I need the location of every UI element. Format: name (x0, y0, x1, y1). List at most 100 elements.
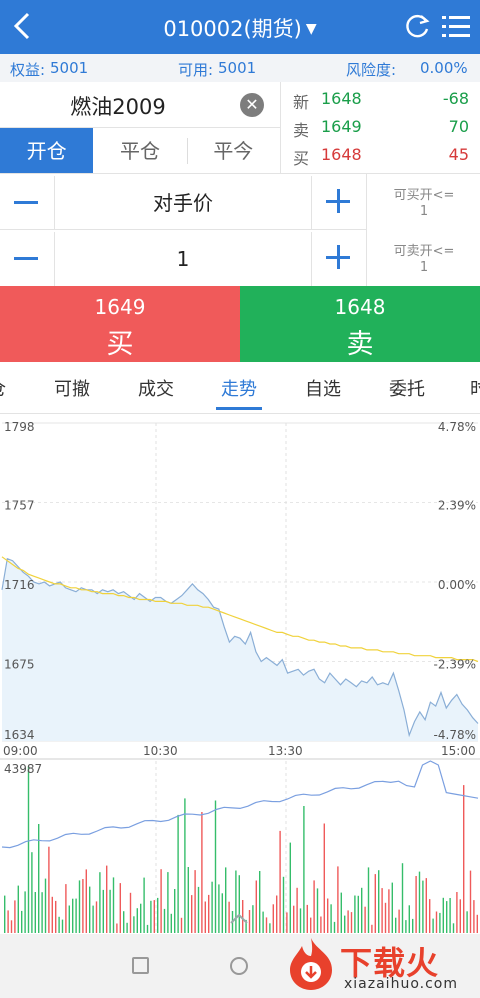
home-button[interactable] (230, 957, 248, 975)
buy-button[interactable]: 1649 买 (0, 286, 240, 362)
equity-value: 5001 (50, 59, 89, 77)
volume-bar (163, 908, 166, 933)
y-tick-label: 1757 (4, 499, 35, 513)
pct-tick-label: -4.78% (434, 728, 476, 742)
tab-trend[interactable]: 走势 (221, 375, 257, 401)
volume-bar (388, 889, 390, 933)
buy-label: 买 (106, 329, 134, 360)
volume-bar (330, 904, 332, 933)
tab-watchlist[interactable]: 自选 (305, 375, 341, 401)
sell-label: 卖 (346, 329, 374, 360)
menu-icon[interactable] (440, 12, 472, 42)
pct-tick-label: 2.39% (438, 499, 476, 513)
recent-apps-button[interactable] (132, 957, 149, 974)
volume-bar (65, 884, 67, 933)
tab-trades[interactable]: 成交 (138, 375, 174, 401)
volume-bar (344, 915, 346, 933)
volume-bar (276, 895, 278, 933)
volume-bar (191, 895, 193, 933)
volume-bar (170, 913, 172, 933)
volume-bar (293, 905, 295, 933)
trend-chart[interactable]: 1798 4.78% 1757 2.39% 1716 0.00% 1675 -2.39% 163… (0, 415, 480, 933)
volume-bar (412, 918, 414, 933)
volume-bar (214, 800, 217, 933)
volume-bar (136, 908, 138, 933)
volume-bar (306, 904, 308, 933)
volume-bar (95, 901, 98, 933)
volume-bar (109, 889, 111, 933)
volume-bar (106, 865, 108, 933)
volume-bar (194, 870, 196, 933)
clear-icon[interactable]: ✕ (240, 93, 264, 117)
volume-bar (10, 920, 13, 933)
top-bar: 010002(期货) ▼ (0, 0, 480, 54)
caret-down-icon: ▼ (305, 21, 317, 37)
volume-bar (48, 846, 50, 933)
refresh-icon[interactable] (402, 12, 432, 42)
can-sell-value: 1 (419, 260, 429, 275)
volume-bar (252, 905, 254, 933)
quote-row-last: 新 1648 -68 (281, 86, 480, 114)
volume-bar (391, 882, 393, 933)
volume-bar (146, 924, 149, 933)
volume-bar (75, 898, 77, 933)
sell-button[interactable]: 1648 卖 (240, 286, 480, 362)
volume-bar (123, 911, 125, 933)
price-input[interactable]: 对手价 (54, 176, 312, 230)
volume-bar (442, 897, 444, 933)
volume-bar (418, 871, 421, 933)
quantity-input[interactable]: 1 (54, 232, 312, 286)
volume-bar (310, 917, 312, 933)
quote-change: -68 (442, 89, 469, 108)
volume-bar (68, 905, 70, 933)
tab-time[interactable]: 时 (470, 375, 480, 401)
volume-bar (174, 889, 176, 933)
can-buy-value: 1 (419, 204, 429, 219)
volume-bar (469, 870, 472, 933)
volume-bar (299, 908, 302, 933)
volume-bar (364, 906, 366, 933)
price-minus-button[interactable] (14, 189, 40, 215)
can-sell-label: 可卖开<= (393, 244, 455, 259)
contract-selector[interactable]: 燃油2009 ✕ (0, 82, 280, 128)
volume-bar (398, 909, 400, 933)
qty-plus-button[interactable] (326, 245, 352, 271)
quote-price: 1648 (321, 145, 362, 164)
volume-bar (463, 785, 465, 933)
price-plus-button[interactable] (326, 189, 352, 215)
quote-price: 1648 (321, 89, 362, 108)
x-tick-label: 09:00 (3, 744, 38, 758)
tab-close[interactable]: 平仓 (93, 128, 186, 173)
volume-bar (82, 879, 84, 933)
volume-bar (296, 887, 298, 933)
volume-bar (14, 900, 16, 933)
price-area (2, 558, 478, 741)
buy-price: 1649 (94, 295, 146, 319)
tab-open[interactable]: 开仓 (0, 128, 94, 173)
volume-bar (102, 889, 104, 933)
volume-bar (354, 895, 356, 933)
tab-close-today[interactable]: 平今 (186, 128, 280, 173)
pct-tick-label: 0.00% (438, 578, 476, 592)
volume-bar (112, 877, 115, 933)
volume-bar (350, 912, 353, 933)
tab-cancelable[interactable]: 可撤 (54, 375, 90, 401)
quote-panel: 新 1648 -68 卖 1649 70 买 1648 45 (280, 82, 480, 174)
volume-bar (303, 806, 305, 933)
volume-bar (255, 880, 257, 933)
volume-bar (177, 814, 179, 933)
qty-minus-button[interactable] (14, 245, 40, 271)
volume-bar (384, 902, 387, 933)
volume-bar (184, 798, 186, 933)
pct-tick-label: 4.78% (438, 420, 476, 434)
tab-position[interactable]: 仓 (0, 375, 6, 401)
contract-name[interactable]: 燃油2009 (0, 91, 236, 121)
watermark: 下载火 xiazaihuo.com (282, 936, 480, 998)
account-summary: 权益: 5001 可用: 5001 风险度: 0.00% (0, 54, 480, 82)
volume-bar (208, 894, 210, 933)
volume-bar (439, 912, 441, 933)
volume-max-label: 43987 (4, 762, 42, 776)
tab-orders[interactable]: 委托 (389, 375, 425, 401)
volume-bar (129, 892, 132, 933)
account-title-text: 010002(期货) (163, 17, 302, 41)
